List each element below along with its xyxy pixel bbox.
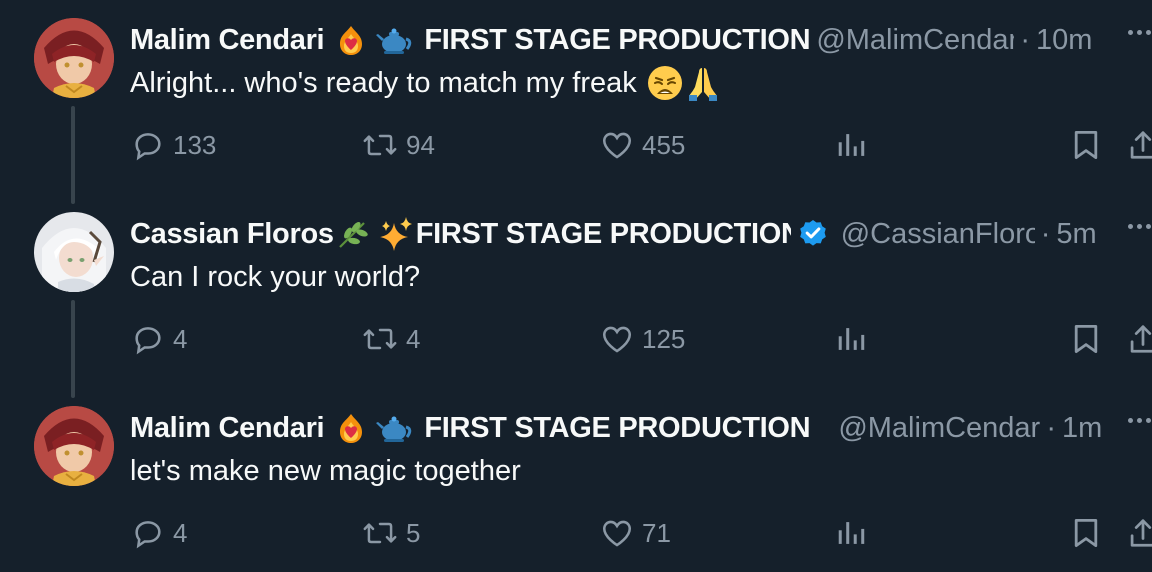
repost-count: 4: [406, 323, 421, 354]
views-icon: [838, 328, 865, 350]
repost-button[interactable]: 4: [362, 322, 420, 356]
folded-hands-emoji: [685, 65, 721, 101]
repost-icon: [363, 522, 397, 544]
affiliation-label: FIRST STAGE PRODUCTION: [424, 24, 811, 56]
tweet-header: Malim Cendari FIRST STAGE PRODUCTION @Ma…: [130, 22, 1130, 58]
avatar[interactable]: [34, 18, 114, 98]
share-icon: [1130, 131, 1152, 159]
tweet-header: Malim Cendari FIRST STAGE PRODUCTION @Ma…: [130, 410, 1130, 446]
heart-icon: [602, 326, 632, 353]
tweet-text: Alright... who's ready to match my freak: [130, 64, 721, 102]
weary-face-emoji: [647, 65, 683, 101]
views-icon: [838, 134, 865, 156]
repost-button[interactable]: 94: [362, 128, 435, 162]
reply-icon: [135, 133, 161, 161]
user-handle[interactable]: @MalimCendari: [838, 410, 1040, 446]
like-count: 71: [642, 517, 671, 548]
like-button[interactable]: 455: [600, 128, 685, 162]
separator-dot: ·: [1040, 218, 1051, 250]
bookmark-icon: [1074, 519, 1098, 547]
affiliation-label: FIRST STAGE PRODUCTION: [415, 218, 791, 250]
reply-button[interactable]: 4: [131, 516, 187, 550]
heart-icon: [602, 520, 632, 547]
like-button[interactable]: 71: [600, 516, 671, 550]
sparkles-emoji: [379, 217, 414, 251]
reply-count: 4: [173, 323, 188, 354]
reply-button[interactable]: 133: [131, 128, 216, 162]
teapot-emoji: [376, 23, 414, 57]
timestamp[interactable]: 5m: [1056, 216, 1096, 252]
views-icon: [838, 522, 865, 544]
tweet-thread: Malim Cendari FIRST STAGE PRODUCTION @Ma…: [0, 0, 1152, 572]
tweet-actions: 133 94 455: [0, 128, 1152, 168]
tweet-text: let's make new magic together: [130, 452, 521, 490]
tweet[interactable]: Malim Cendari FIRST STAGE PRODUCTION @Ma…: [0, 388, 1152, 572]
share-icon: [1130, 519, 1152, 547]
tweet-actions: 4 5 71: [0, 516, 1152, 556]
heart-icon: [602, 132, 632, 159]
tweet-actions: 4 4 125: [0, 322, 1152, 362]
more-options-icon[interactable]: [1128, 30, 1151, 35]
user-handle[interactable]: @CassianFloros: [841, 216, 1035, 252]
tweet-text: Can I rock your world?: [130, 258, 420, 296]
separator-dot: ·: [1020, 24, 1030, 56]
display-name[interactable]: Malim Cendari: [130, 22, 324, 58]
reply-count: 133: [173, 129, 217, 160]
share-button[interactable]: [1128, 322, 1152, 356]
fire-heart-emoji: [334, 411, 368, 445]
views-button[interactable]: [836, 516, 866, 550]
repost-button[interactable]: 5: [362, 516, 420, 550]
bookmark-button[interactable]: [1072, 516, 1100, 550]
tweet[interactable]: Cassian Floros FIRST STAGE PRODUCTION @C…: [0, 194, 1152, 398]
user-handle[interactable]: @MalimCendari: [816, 22, 1014, 58]
display-name[interactable]: Malim Cendari: [130, 410, 324, 446]
more-options-icon[interactable]: [1128, 418, 1151, 423]
share-button[interactable]: [1128, 516, 1152, 550]
herb-emoji: [336, 217, 370, 251]
tweet-text-content: let's make new magic together: [130, 455, 521, 487]
reply-count: 4: [173, 517, 188, 548]
bookmark-button[interactable]: [1072, 322, 1100, 356]
like-button[interactable]: 125: [600, 322, 685, 356]
share-button[interactable]: [1128, 128, 1152, 162]
timestamp[interactable]: 1m: [1062, 410, 1102, 446]
teapot-emoji: [376, 411, 414, 445]
bookmark-icon: [1074, 325, 1098, 353]
avatar[interactable]: [34, 212, 114, 292]
reply-button[interactable]: 4: [131, 322, 187, 356]
like-count: 455: [642, 129, 686, 160]
tweet-header: Cassian Floros FIRST STAGE PRODUCTION @C…: [130, 216, 1130, 252]
like-count: 125: [642, 323, 686, 354]
separator-dot: ·: [1046, 412, 1056, 444]
reply-icon: [135, 327, 161, 355]
tweet-text-content: Alright... who's ready to match my freak: [130, 67, 637, 99]
fire-heart-emoji: [334, 23, 368, 57]
tweet[interactable]: Malim Cendari FIRST STAGE PRODUCTION @Ma…: [0, 0, 1152, 204]
more-options-icon[interactable]: [1128, 224, 1151, 229]
avatar[interactable]: [34, 406, 114, 486]
affiliation-label: FIRST STAGE PRODUCTION: [424, 412, 811, 444]
bookmark-button[interactable]: [1072, 128, 1100, 162]
views-button[interactable]: [836, 322, 866, 356]
display-name[interactable]: Cassian Floros: [130, 216, 334, 252]
share-icon: [1130, 325, 1152, 353]
repost-count: 94: [406, 129, 435, 160]
repost-icon: [363, 134, 397, 156]
bookmark-icon: [1074, 130, 1098, 159]
repost-count: 5: [406, 517, 421, 548]
reply-icon: [135, 521, 161, 549]
repost-icon: [363, 328, 397, 350]
timestamp[interactable]: 10m: [1036, 22, 1092, 58]
verified-badge-icon: [797, 218, 829, 250]
views-button[interactable]: [836, 128, 866, 162]
tweet-text-content: Can I rock your world?: [130, 261, 421, 293]
